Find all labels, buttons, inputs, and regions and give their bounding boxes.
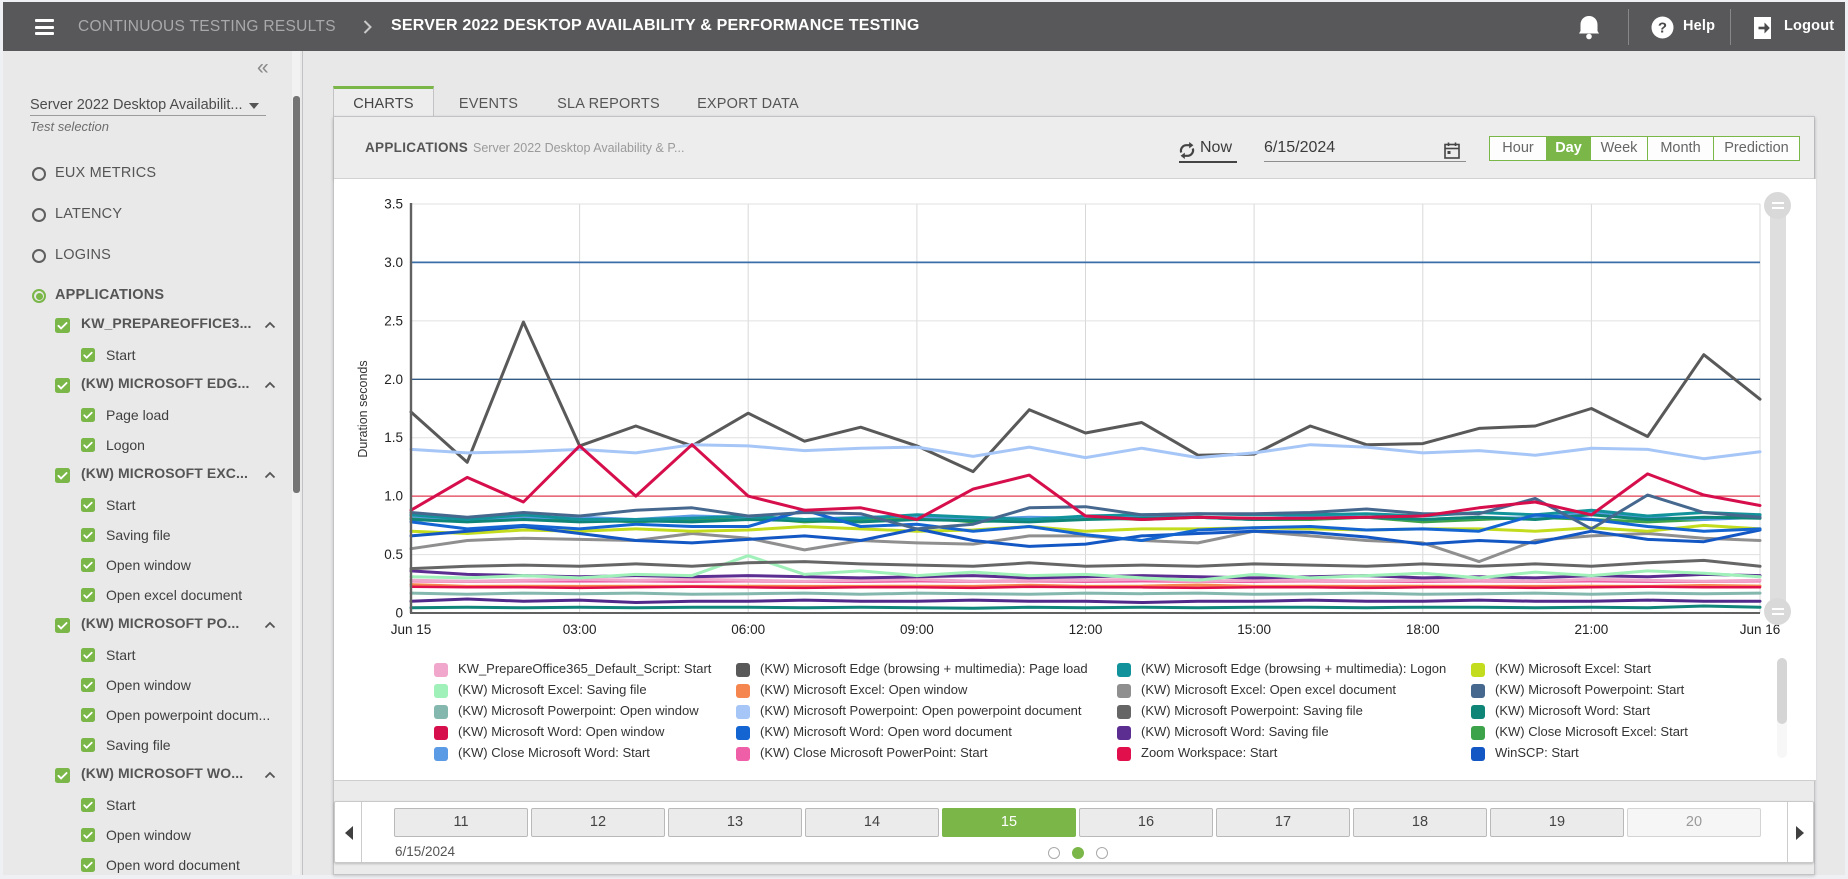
svg-text:12:00: 12:00 — [1069, 622, 1103, 637]
svg-text:3.0: 3.0 — [384, 255, 403, 270]
svg-text:?: ? — [1658, 20, 1667, 37]
svg-text:2.5: 2.5 — [384, 313, 403, 328]
svg-text:1.5: 1.5 — [384, 430, 403, 445]
svg-text:21:00: 21:00 — [1575, 622, 1609, 637]
svg-text:0.5: 0.5 — [384, 547, 403, 562]
svg-text:1.0: 1.0 — [384, 489, 403, 504]
svg-text:06:00: 06:00 — [731, 622, 765, 637]
svg-text:0: 0 — [395, 606, 403, 621]
svg-text:2.0: 2.0 — [384, 372, 403, 387]
svg-text:18:00: 18:00 — [1406, 622, 1440, 637]
svg-text:15:00: 15:00 — [1237, 622, 1271, 637]
svg-text:03:00: 03:00 — [563, 622, 597, 637]
svg-text:3.5: 3.5 — [384, 197, 403, 212]
svg-text:Duration seconds: Duration seconds — [356, 360, 370, 457]
svg-text:09:00: 09:00 — [900, 622, 934, 637]
svg-text:Jun 15: Jun 15 — [391, 622, 432, 637]
